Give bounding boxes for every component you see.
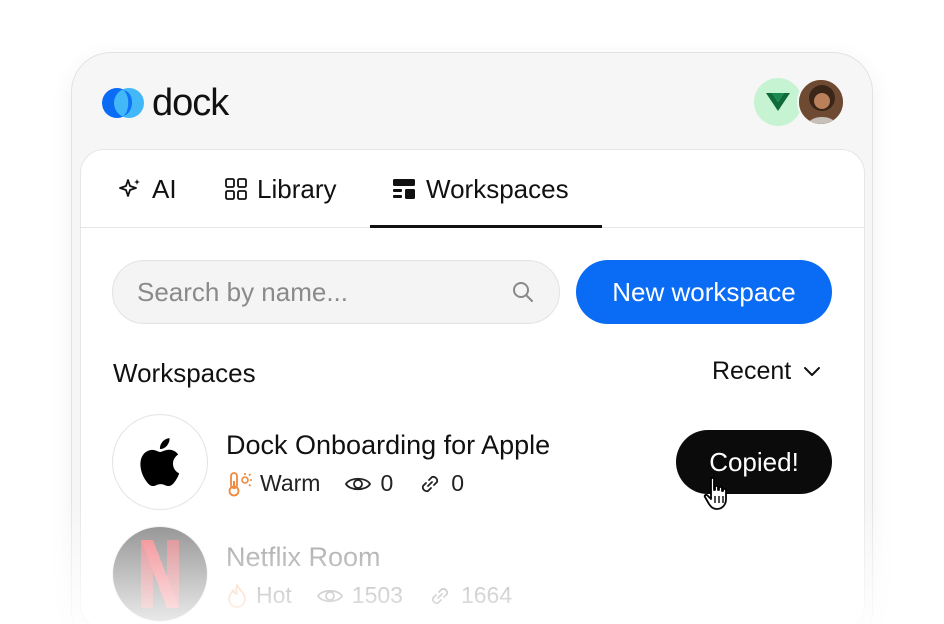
- workspace-meta: Hot 1503 1664: [226, 582, 536, 609]
- status-label: Warm: [260, 470, 321, 496]
- workspace-name[interactable]: Netflix Room: [226, 542, 381, 573]
- workspace-thumbnail: [112, 526, 208, 622]
- tab-ai-label: AI: [152, 173, 177, 204]
- tab-workspaces[interactable]: Workspaces: [370, 150, 602, 228]
- collaborator-avatars[interactable]: [754, 78, 846, 126]
- links-count: 1664: [427, 582, 512, 609]
- avatar-user[interactable]: [797, 78, 845, 126]
- sort-dropdown[interactable]: Recent: [712, 357, 821, 386]
- links-count: 0: [417, 470, 464, 497]
- thermometer-icon: [228, 471, 252, 496]
- search-icon[interactable]: [511, 280, 535, 304]
- avatar-vercel[interactable]: [754, 78, 802, 126]
- views-value: 0: [380, 470, 394, 496]
- netflix-logo-icon: [141, 540, 179, 608]
- new-workspace-button[interactable]: New workspace: [576, 260, 832, 324]
- tab-library[interactable]: Library: [225, 150, 336, 228]
- sort-label: Recent: [712, 357, 792, 385]
- status-label: Hot: [256, 582, 292, 608]
- workspace-row[interactable]: Netflix Room Hot 1503 1664: [112, 526, 832, 622]
- link-icon: [431, 587, 449, 604]
- link-icon: [422, 475, 439, 492]
- dock-logo[interactable]: dock: [100, 82, 229, 124]
- workspace-meta: Warm 0 0: [226, 470, 488, 497]
- heart-v-icon: [766, 93, 790, 111]
- links-value: 0: [451, 470, 465, 496]
- section-title: Workspaces: [113, 358, 256, 388]
- flame-icon: [228, 583, 246, 608]
- temperature-status: Hot: [226, 582, 292, 609]
- tab-ai[interactable]: AI: [118, 150, 177, 228]
- links-value: 1664: [460, 582, 513, 608]
- workspace-icon: [393, 179, 415, 199]
- user-photo-icon: [799, 80, 843, 124]
- active-tab-indicator: [370, 225, 602, 228]
- apple-logo-icon: [140, 438, 180, 486]
- search-box[interactable]: [112, 260, 560, 324]
- eye-icon: [345, 477, 372, 490]
- chevron-down-icon: [804, 366, 821, 376]
- search-input[interactable]: [137, 276, 511, 308]
- copied-toast: Copied!: [676, 430, 832, 494]
- sparkle-icon: [119, 179, 140, 197]
- eye-icon: [316, 589, 343, 602]
- tab-bar: AI Library Workspaces: [80, 150, 865, 228]
- hand-pointer-icon: [703, 476, 727, 510]
- workspace-thumbnail: [112, 414, 208, 510]
- app-name: dock: [152, 82, 229, 124]
- tab-workspaces-label: Workspaces: [426, 173, 569, 204]
- dock-logo-icon: [102, 88, 144, 118]
- temperature-status: Warm: [226, 470, 320, 497]
- workspace-name[interactable]: Dock Onboarding for Apple: [226, 430, 550, 461]
- grid-icon: [225, 178, 247, 200]
- views-count: 1503: [316, 582, 403, 609]
- views-value: 1503: [351, 582, 403, 608]
- tab-library-label: Library: [257, 173, 337, 204]
- views-count: 0: [344, 470, 393, 497]
